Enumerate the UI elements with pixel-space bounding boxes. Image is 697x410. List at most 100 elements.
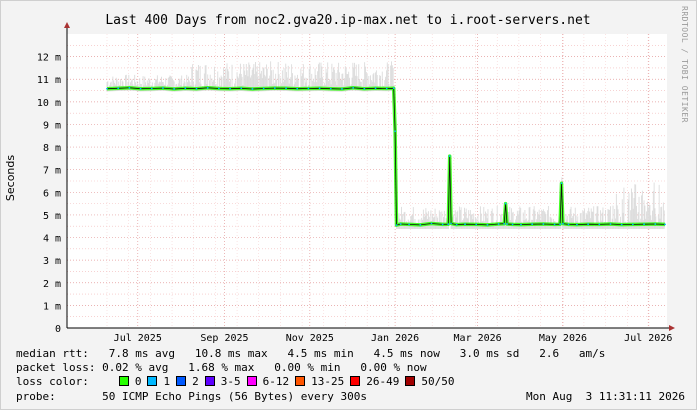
median-point — [408, 223, 410, 226]
median-point — [643, 223, 645, 226]
median-point — [399, 223, 402, 225]
y-tick-label: 10 m — [37, 98, 61, 109]
loss-color-item: 50/50 — [405, 375, 454, 388]
median-point — [394, 130, 397, 133]
median-point — [307, 87, 310, 90]
loss-color-label: 3-5 — [220, 375, 241, 388]
x-tick-label: Sep 2025 — [200, 333, 248, 344]
median-point — [620, 223, 623, 226]
median-point — [631, 223, 634, 226]
median-point — [173, 88, 176, 90]
y-tick-label: 1 m — [43, 301, 61, 312]
legend-median-row: median rtt: 7.8 ms avg 10.8 ms max 4.5 m… — [16, 347, 605, 360]
loss-color-label: 0 — [134, 375, 142, 388]
y-tick-label: 3 m — [43, 256, 61, 267]
y-tick-label: 5 m — [43, 211, 61, 222]
median-point — [441, 223, 444, 226]
loss-color-label: 13-25 — [311, 375, 345, 388]
legend-probe-label: probe: — [16, 390, 56, 403]
median-point — [262, 87, 265, 90]
median-point — [486, 223, 489, 226]
loss-color-swatch — [204, 376, 215, 386]
x-tick-label: May 2026 — [539, 333, 587, 344]
legend-median-label: median rtt: — [16, 347, 89, 360]
median-point — [464, 223, 466, 226]
median-point — [352, 86, 355, 89]
timestamp: Mon Aug 3 11:31:11 2026 — [526, 390, 685, 403]
loss-color-label: 26-49 — [366, 375, 400, 388]
median-point — [206, 86, 209, 89]
median-point — [448, 155, 451, 158]
median-point — [567, 223, 570, 226]
median-point — [553, 223, 556, 226]
loss-color-label: 1 — [163, 375, 171, 388]
y-tick-label: 6 m — [43, 188, 61, 199]
y-axis-label: Seconds — [4, 155, 17, 201]
median-point — [229, 87, 231, 90]
x-tick-label: Mar 2026 — [454, 333, 502, 344]
legend-loss-row: packet loss: 0.02 % avg 1.68 % max 0.00 … — [16, 361, 427, 374]
median-point — [447, 223, 450, 226]
legend-loss-values: 0.02 % avg 1.68 % max 0.00 % min 0.00 % … — [95, 361, 427, 374]
loss-color-swatch — [350, 376, 361, 386]
median-point — [117, 87, 120, 90]
median-point — [296, 87, 299, 90]
median-point — [195, 87, 198, 90]
chart-title: Last 400 Days from noc2.gva20.ip-max.net… — [105, 13, 590, 28]
median-point — [273, 87, 276, 89]
y-tick-label: 8 m — [43, 143, 61, 154]
legend-median-values: 7.8 ms avg 10.8 ms max 4.5 ms min 4.5 ms… — [88, 347, 606, 360]
median-point — [562, 222, 564, 225]
legend-loss-color-row: loss color: 0 1 2 3-5 6-12 13-25 26-49 50/50 — [16, 375, 460, 388]
x-tick-label: Jan 2026 — [371, 333, 419, 344]
loss-color-swatch — [246, 376, 257, 386]
y-tick-label: 11 m — [37, 75, 61, 86]
median-point — [385, 87, 388, 90]
median-point — [504, 202, 507, 205]
x-tick-label: Jul 2026 — [624, 333, 672, 344]
median-point — [542, 223, 545, 225]
loss-color-swatch — [176, 376, 187, 386]
loss-color-swatch — [147, 376, 158, 386]
legend-loss-label: packet loss: — [16, 361, 96, 374]
median-point — [374, 87, 377, 90]
median-point — [430, 222, 433, 225]
median-point — [503, 222, 506, 225]
loss-color-item: 0 — [118, 375, 142, 388]
median-point — [598, 223, 601, 226]
loss-color-label: 6-12 — [262, 375, 290, 388]
loss-color-swatch — [295, 376, 306, 386]
median-point — [395, 224, 398, 227]
loss-color-label: 2 — [192, 375, 199, 388]
loss-color-item: 2 — [176, 375, 199, 388]
median-point — [251, 88, 254, 90]
median-point — [520, 223, 522, 226]
rrdtool-credit: RRDTOOL / TOBI OETIKER — [680, 6, 689, 123]
loss-color-item: 1 — [147, 375, 170, 388]
median-point — [654, 223, 657, 225]
y-tick-label: 7 m — [43, 166, 61, 177]
loss-color-item: 6-12 — [246, 375, 290, 388]
loss-color-item: 13-25 — [295, 375, 344, 388]
y-tick-label: 2 m — [43, 279, 61, 290]
y-tick-label: 0 — [55, 324, 61, 335]
median-point — [162, 87, 164, 89]
median-point — [664, 223, 666, 226]
median-point — [560, 182, 563, 185]
loss-color-swatch — [118, 376, 129, 386]
loss-color-item: 26-49 — [350, 375, 399, 388]
x-axis-arrow — [669, 325, 675, 331]
median-point — [329, 87, 332, 90]
legend-probe-row: probe: 50 ICMP Echo Pings (56 Bytes) eve… — [16, 390, 367, 403]
median-point — [240, 87, 243, 90]
median-point — [392, 87, 395, 90]
loss-color-item: 3-5 — [204, 375, 241, 388]
median-point — [455, 223, 458, 226]
median-point — [506, 223, 508, 225]
loss-color-swatch — [405, 376, 416, 386]
median-point — [576, 223, 578, 226]
median-point — [318, 87, 321, 90]
y-tick-label: 9 m — [43, 120, 61, 131]
median-point — [128, 86, 131, 89]
median-point — [150, 87, 153, 90]
